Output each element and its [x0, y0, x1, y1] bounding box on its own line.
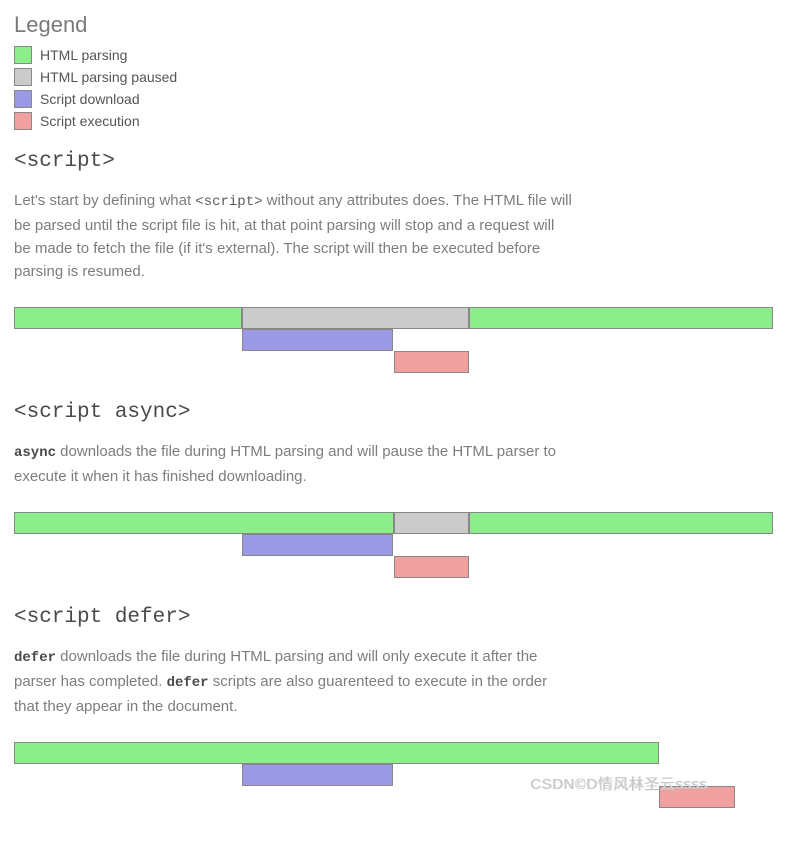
- timeline-bar-parsing: [14, 512, 394, 534]
- section-script-async: <script async> async downloads the file …: [14, 401, 773, 578]
- timeline-bar-parsing: [469, 512, 773, 534]
- body-script-plain: Let's start by defining what <script> wi…: [14, 189, 574, 283]
- timeline-row-download: [14, 329, 773, 351]
- legend-item-download: Script download: [14, 90, 773, 108]
- timeline-spacer: [14, 556, 394, 578]
- legend-label-parsing: HTML parsing: [40, 47, 127, 63]
- timeline-bar-execution: [394, 351, 470, 373]
- timeline-bar-download: [242, 534, 394, 556]
- legend-swatch-execution: [14, 112, 32, 130]
- legend-swatch-paused: [14, 68, 32, 86]
- timeline-script-plain: [14, 307, 773, 373]
- timeline-bar-paused: [242, 307, 470, 329]
- timeline-bar-parsing: [469, 307, 773, 329]
- timeline-bar-execution: [394, 556, 470, 578]
- timeline-bar-download: [242, 764, 394, 786]
- body-text: Let's start by defining what: [14, 192, 195, 209]
- heading-script-async: <script async>: [14, 401, 773, 424]
- timeline-script-defer: [14, 742, 773, 808]
- timeline-spacer: [14, 351, 394, 373]
- legend-item-execution: Script execution: [14, 112, 773, 130]
- body-script-async: async downloads the file during HTML par…: [14, 440, 574, 488]
- heading-script-plain: <script>: [14, 150, 773, 173]
- legend-swatch-parsing: [14, 46, 32, 64]
- inline-bold: defer: [167, 675, 209, 691]
- legend-label-execution: Script execution: [40, 113, 140, 129]
- inline-bold: async: [14, 445, 56, 461]
- timeline-row-download: [14, 764, 773, 786]
- timeline-bar-paused: [394, 512, 470, 534]
- timeline-row-html: [14, 307, 773, 329]
- timeline-row-execution: [14, 786, 773, 808]
- legend-item-parsing: HTML parsing: [14, 46, 773, 64]
- timeline-spacer: [14, 786, 659, 808]
- heading-script-defer: <script defer>: [14, 606, 773, 629]
- timeline-bar-parsing: [14, 307, 242, 329]
- timeline-bar-download: [242, 329, 394, 351]
- timeline-spacer: [14, 764, 242, 786]
- timeline-bar-parsing: [14, 742, 659, 764]
- timeline-bar-execution: [659, 786, 735, 808]
- timeline-row-execution: [14, 556, 773, 578]
- legend-item-paused: HTML parsing paused: [14, 68, 773, 86]
- section-script-defer: <script defer> defer downloads the file …: [14, 606, 773, 808]
- body-text: downloads the file during HTML parsing a…: [14, 443, 556, 485]
- timeline-spacer: [14, 534, 242, 556]
- timeline-spacer: [14, 329, 242, 351]
- legend: Legend HTML parsing HTML parsing paused …: [14, 12, 773, 130]
- legend-label-download: Script download: [40, 91, 140, 107]
- legend-title: Legend: [14, 12, 773, 38]
- legend-label-paused: HTML parsing paused: [40, 69, 177, 85]
- timeline-row-execution: [14, 351, 773, 373]
- section-script-plain: <script> Let's start by defining what <s…: [14, 150, 773, 373]
- legend-items: HTML parsing HTML parsing paused Script …: [14, 46, 773, 130]
- timeline-row-html: [14, 512, 773, 534]
- inline-code: <script>: [195, 194, 262, 210]
- timeline-script-async: [14, 512, 773, 578]
- timeline-row-html: [14, 742, 773, 764]
- body-script-defer: defer downloads the file during HTML par…: [14, 645, 574, 718]
- legend-swatch-download: [14, 90, 32, 108]
- inline-bold: defer: [14, 650, 56, 666]
- timeline-row-download: [14, 534, 773, 556]
